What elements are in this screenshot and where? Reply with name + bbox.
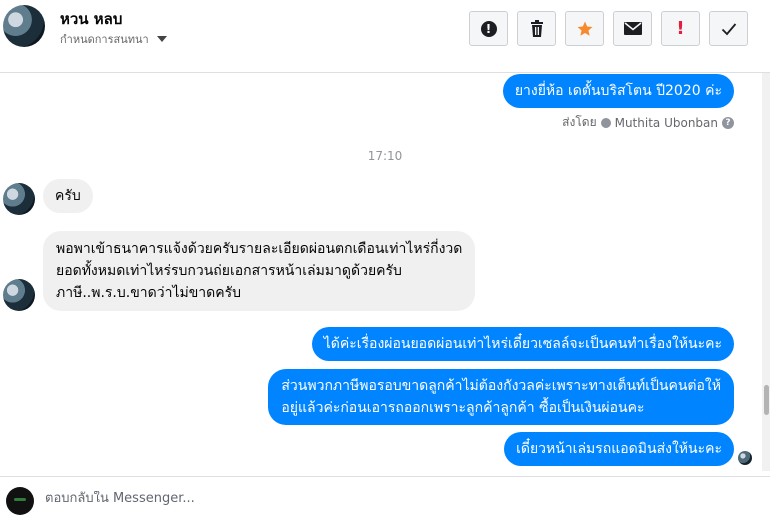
contact-name[interactable]: หวน หลบ — [60, 7, 122, 31]
message-bubble-outgoing[interactable]: ได้ค่ะเรื่องผ่อนยอดผ่อนเท่าไหร่เดี๋ยวเซล… — [311, 327, 734, 361]
sender-avatar[interactable] — [3, 183, 35, 215]
message-bubble-outgoing[interactable]: ยางยี่ห้อ เดตั้นบริสโตน ปี2020 ค่ะ — [502, 74, 734, 108]
done-button[interactable] — [709, 11, 748, 46]
message-timestamp: 17:10 — [367, 149, 403, 163]
page-avatar — [6, 487, 34, 515]
message-bubble-incoming[interactable]: ครับ — [43, 179, 93, 213]
verified-icon — [600, 117, 611, 128]
delete-button[interactable] — [517, 11, 556, 46]
follow-up-button[interactable]: ! — [661, 11, 700, 46]
message-bubble-outgoing[interactable]: เดี๋ยวหน้าเล่มรถแอดมินส่งให้นะคะ — [504, 432, 734, 466]
alert-circle-icon: ! — [480, 20, 497, 37]
conversation-header: หวน หลบ กำหนดการสนทนา ! ! — [0, 0, 770, 73]
message-bubble-outgoing[interactable]: ส่วนพวกภาษีพอรอบขาดลูกค้าไม่ต้องกังวลค่ะ… — [268, 369, 734, 425]
trash-icon — [530, 20, 543, 37]
mark-unread-button[interactable] — [613, 11, 652, 46]
message-bubble-incoming[interactable]: พอพาเข้าธนาคารแจ้งด้วยครับรายละเอียดผ่อน… — [43, 231, 476, 311]
message-line: ส่วนพวกภาษีพอรอบขาดลูกค้าไม่ต้องกังวลค่ะ… — [281, 378, 721, 394]
message-thread[interactable]: ยางยี่ห้อ เดตั้นบริสโตน ปี2020 ค่ะ ส่งโด… — [0, 73, 770, 471]
caret-down-icon — [156, 36, 167, 42]
reply-input[interactable] — [45, 491, 745, 506]
seen-indicator-avatar — [738, 451, 752, 465]
message-line: อยู่แล้วค่ะก่อนเอารถออกเพราะลูกค้าลูกค้า… — [281, 400, 645, 416]
star-button[interactable] — [565, 11, 604, 46]
exclamation-icon: ! — [676, 17, 685, 39]
scrollbar-thumb[interactable] — [764, 385, 769, 415]
conversation-settings-dropdown[interactable]: กำหนดการสนทนา — [60, 30, 167, 48]
contact-avatar[interactable] — [3, 5, 45, 47]
sent-by-name[interactable]: Muthita Ubonban — [615, 116, 718, 130]
star-icon — [577, 21, 592, 36]
message-line: ยอดทั้งหมดเท่าไหร่รบกวนถ่ยเอกสารหน้าเล่ม… — [56, 263, 402, 279]
message-composer — [0, 476, 770, 515]
conversation-settings-label: กำหนดการสนทนา — [60, 33, 149, 46]
spam-button[interactable]: ! — [469, 11, 508, 46]
checkmark-icon — [721, 22, 736, 35]
sent-by-prefix: ส่งโดย — [562, 115, 597, 129]
sender-avatar[interactable] — [3, 279, 35, 311]
help-icon[interactable]: ? — [722, 116, 734, 129]
message-line: พอพาเข้าธนาคารแจ้งด้วยครับรายละเอียดผ่อน… — [56, 241, 463, 257]
sent-by-label: ส่งโดย Muthita Ubonban ? — [562, 113, 734, 132]
envelope-icon — [623, 22, 642, 35]
message-line: ภาษี..พ.ร.บ.ขาดว่าไม่ขาดครับ — [56, 285, 242, 301]
